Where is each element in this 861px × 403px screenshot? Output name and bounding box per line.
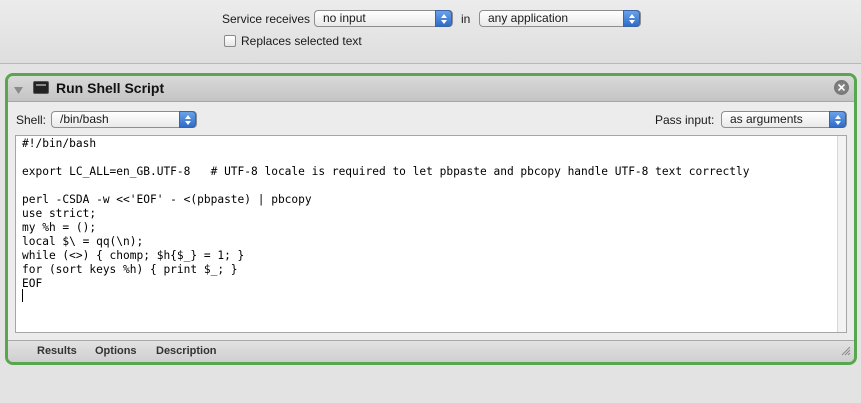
- input-type-value: no input: [323, 11, 366, 25]
- action-title: Run Shell Script: [56, 80, 165, 96]
- service-settings-bar: Service receives no input in any applica…: [0, 0, 861, 64]
- replaces-selected-text-label: Replaces selected text: [241, 34, 362, 48]
- shell-label: Shell:: [16, 113, 47, 127]
- disclosure-triangle-icon[interactable]: [14, 84, 23, 98]
- resize-grip-icon[interactable]: [840, 345, 851, 359]
- application-value: any application: [488, 11, 569, 25]
- close-icon[interactable]: [834, 80, 849, 95]
- text-cursor: [22, 289, 23, 302]
- action-footer: Results Options Description: [8, 340, 854, 362]
- script-editor[interactable]: #!/bin/bash export LC_ALL=en_GB.UTF-8 # …: [15, 135, 847, 333]
- in-label: in: [461, 12, 471, 26]
- action-header: Run Shell Script: [8, 76, 854, 102]
- popup-arrows-icon: [829, 111, 846, 128]
- popup-arrows-icon: [623, 10, 640, 27]
- tab-results[interactable]: Results: [37, 345, 77, 357]
- shell-value: /bin/bash: [60, 112, 109, 126]
- popup-arrows-icon: [435, 10, 452, 27]
- run-shell-script-action: Run Shell Script Shell: /bin/bash Pass i…: [5, 73, 857, 365]
- editor-scrollbar[interactable]: [837, 136, 846, 332]
- replaces-selected-text-checkbox[interactable]: [224, 35, 236, 47]
- tab-options[interactable]: Options: [95, 345, 137, 357]
- application-popup[interactable]: any application: [479, 10, 641, 27]
- input-type-popup[interactable]: no input: [314, 10, 453, 27]
- tab-description[interactable]: Description: [156, 345, 217, 357]
- popup-arrows-icon: [179, 111, 196, 128]
- pass-input-label: Pass input:: [655, 113, 715, 127]
- service-receives-label: Service receives: [222, 12, 311, 26]
- shell-popup[interactable]: /bin/bash: [51, 111, 197, 128]
- script-text[interactable]: #!/bin/bash export LC_ALL=en_GB.UTF-8 # …: [16, 136, 846, 291]
- pass-input-popup[interactable]: as arguments: [721, 111, 847, 128]
- terminal-icon: [33, 81, 49, 94]
- pass-input-value: as arguments: [730, 112, 803, 126]
